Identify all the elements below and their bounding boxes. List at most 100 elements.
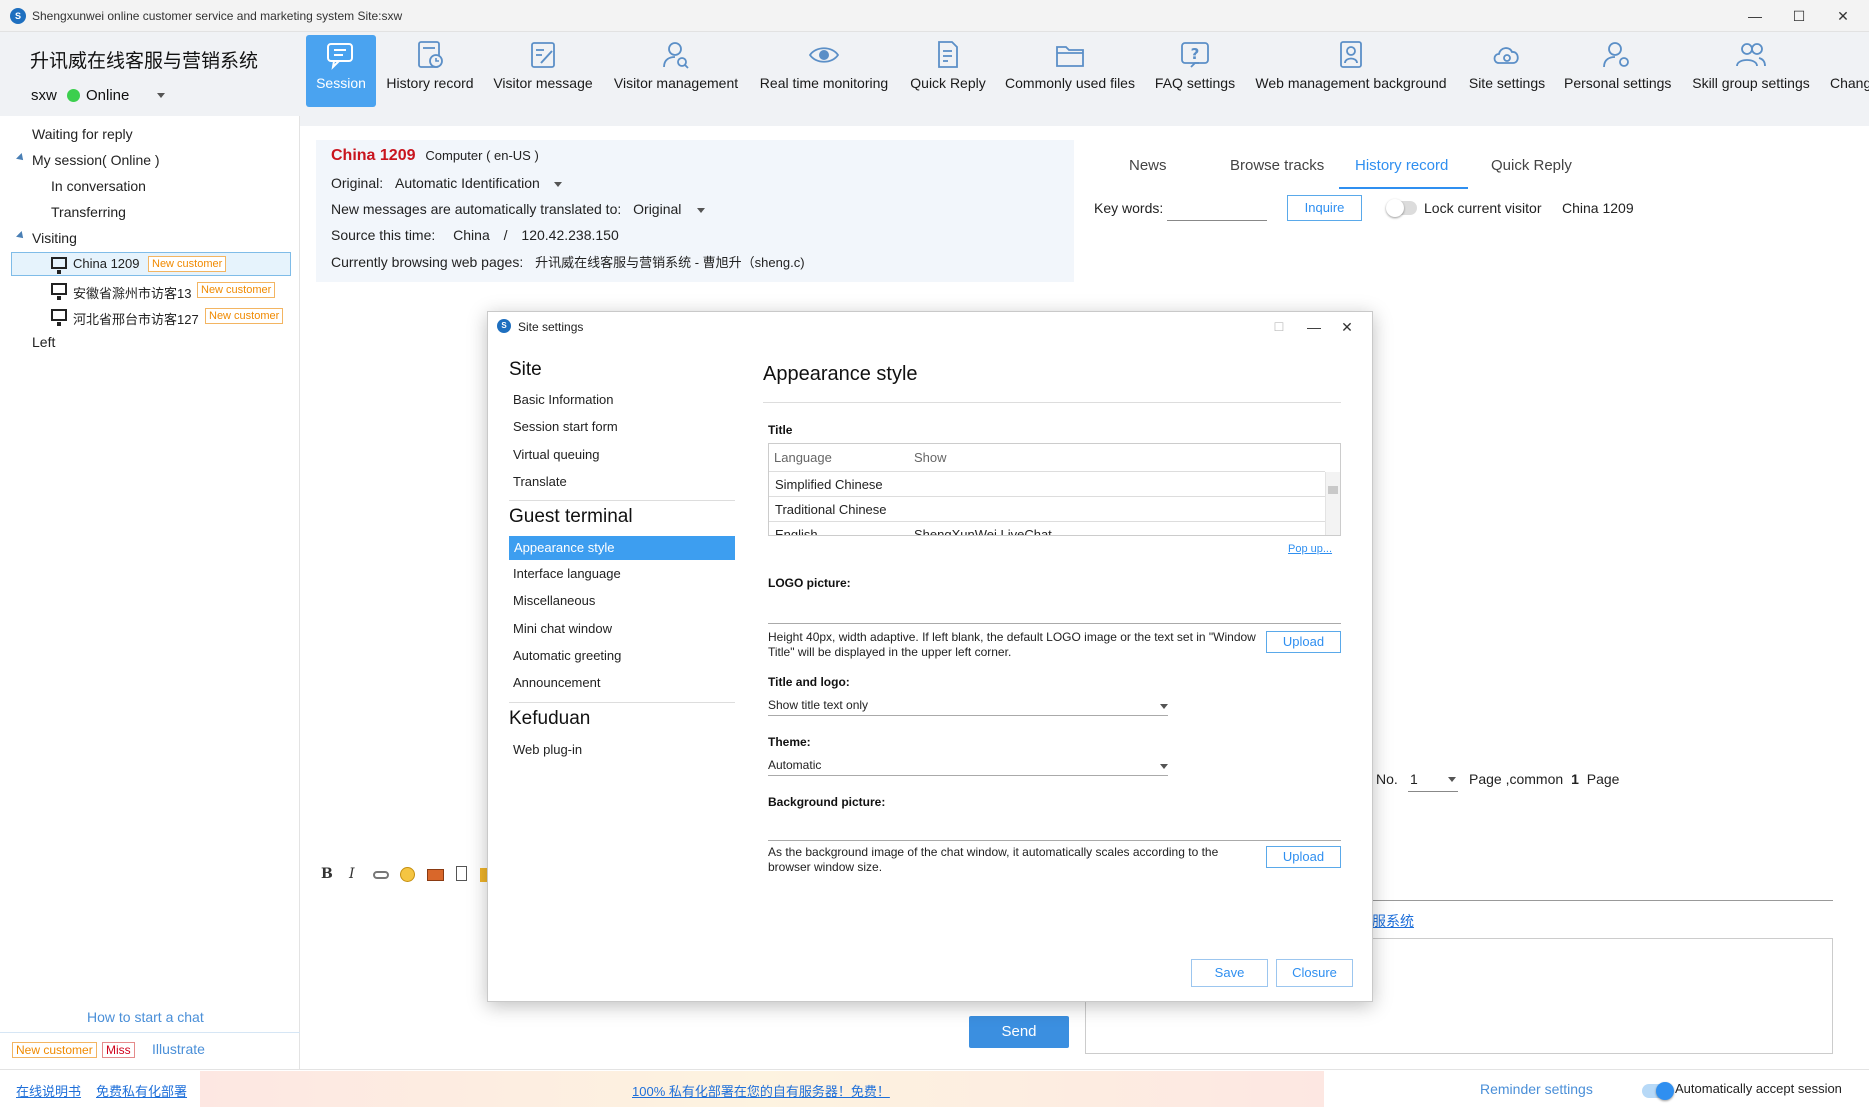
free-deploy-link[interactable]: 免费私有化部署 [96, 1081, 187, 1100]
grid-cell-language[interactable]: Traditional Chinese [775, 502, 887, 517]
save-button[interactable]: Save [1191, 959, 1268, 987]
toolbar-common-files-button[interactable]: Commonly used files [1002, 35, 1138, 107]
toolbar-label: Commonly used files [1005, 75, 1135, 91]
logo-picture-field[interactable] [768, 623, 1341, 624]
reminder-settings-link[interactable]: Reminder settings [1480, 1081, 1593, 1097]
toolbar-web-management-button[interactable]: Web management background [1252, 35, 1450, 107]
translate-dropdown-icon[interactable] [697, 208, 705, 213]
maximize-button[interactable]: ☐ [1779, 4, 1819, 28]
sidebar-item-visiting[interactable]: Visiting [32, 230, 77, 246]
grid-scrollbar[interactable] [1325, 472, 1340, 535]
toolbar-label: Quick Reply [910, 75, 986, 91]
manual-link[interactable]: 在线说明书 [16, 1081, 81, 1100]
tab-news[interactable]: News [1129, 157, 1167, 174]
toolbar-label: Session [316, 75, 366, 91]
cloud-gear-icon [1491, 39, 1523, 71]
toolbar-personal-settings-button[interactable]: Personal settings [1564, 35, 1671, 107]
emoji-icon[interactable] [400, 867, 415, 882]
sidebar-item-waiting[interactable]: Waiting for reply [32, 126, 133, 142]
close-button[interactable]: ✕ [1823, 4, 1863, 28]
expand-icon[interactable] [16, 153, 26, 163]
toolbar-visitor-message-button[interactable]: Visitor message [491, 35, 595, 107]
history-icon [414, 39, 446, 71]
theme-dropdown-icon[interactable] [1160, 764, 1168, 769]
title-logo-dropdown-icon[interactable] [1160, 704, 1168, 709]
pager-total: 1 [1571, 771, 1579, 787]
image-icon[interactable] [427, 869, 444, 881]
nav-item-session-start-form[interactable]: Session start form [513, 419, 618, 434]
link-icon[interactable] [373, 871, 389, 879]
nav-item-web-plugin[interactable]: Web plug-in [513, 742, 582, 757]
toolbar-quick-reply-button[interactable]: Quick Reply [906, 35, 990, 107]
toolbar-skill-group-button[interactable]: Skill group settings [1687, 35, 1815, 107]
visitor-row[interactable]: 河北省邢台市访客127 New customer [11, 305, 291, 329]
toolbar-faq-settings-button[interactable]: ? FAQ settings [1151, 35, 1239, 107]
grid-cell-language[interactable]: English [775, 527, 818, 535]
logo-upload-button[interactable]: Upload [1266, 631, 1341, 653]
visitor-row[interactable]: 安徽省滁州市访客13 New customer [11, 279, 291, 303]
illustrate-link[interactable]: Illustrate [152, 1041, 205, 1057]
inquire-button[interactable]: Inquire [1287, 195, 1362, 221]
toolbar-history-button[interactable]: History record [384, 35, 476, 107]
popup-link[interactable]: Pop up... [1288, 543, 1332, 555]
visitor-name: 安徽省滁州市访客13 [73, 286, 192, 301]
file-icon[interactable] [456, 866, 467, 881]
bold-button[interactable]: B [321, 866, 333, 882]
nav-item-interface-language[interactable]: Interface language [513, 566, 621, 581]
tab-quick-reply[interactable]: Quick Reply [1491, 157, 1572, 174]
nav-item-translate[interactable]: Translate [513, 474, 567, 489]
expand-icon[interactable] [16, 231, 26, 241]
source-separator: / [503, 227, 508, 243]
dialog-close-button[interactable]: ✕ [1329, 316, 1365, 338]
nav-item-virtual-queuing[interactable]: Virtual queuing [513, 447, 600, 462]
minimize-button[interactable]: — [1735, 4, 1775, 28]
background-upload-button[interactable]: Upload [1266, 846, 1341, 868]
translate-value[interactable]: Original [633, 201, 681, 217]
send-button[interactable]: Send [969, 1016, 1069, 1048]
nav-item-basic-information[interactable]: Basic Information [513, 392, 613, 407]
auto-accept-toggle[interactable] [1642, 1082, 1674, 1100]
nav-item-appearance-style[interactable]: Appearance style [509, 536, 735, 560]
site-settings-dialog: S Site settings — ☐ ✕ Site Basic Informa… [487, 311, 1373, 1002]
status-label[interactable]: Online [86, 87, 129, 104]
how-to-start-link[interactable]: How to start a chat [87, 1009, 204, 1025]
sidebar-item-my-session[interactable]: My session( Online ) [32, 152, 160, 168]
nav-item-mini-chat-window[interactable]: Mini chat window [513, 621, 612, 636]
sidebar-item-left[interactable]: Left [32, 334, 55, 350]
status-dropdown-icon[interactable] [157, 93, 165, 98]
grid-cell-show[interactable]: ShengXunWei LiveChat [914, 527, 1052, 535]
tab-browse-tracks[interactable]: Browse tracks [1230, 157, 1324, 174]
page-dropdown-icon[interactable] [1448, 777, 1456, 782]
tab-history-record[interactable]: History record [1355, 157, 1448, 174]
browsing-value[interactable]: 升讯威在线客服与营销系统 - 曹旭升（sheng.c) [535, 255, 804, 270]
toolbar-label: Real time monitoring [759, 75, 889, 91]
promo-banner-link[interactable]: 100% 私有化部署在您的自有服务器！免费！ [632, 1081, 890, 1100]
title-and-logo-select[interactable]: Show title text only [768, 698, 868, 712]
keywords-input[interactable] [1167, 197, 1267, 221]
closure-button[interactable]: Closure [1276, 959, 1353, 987]
scrollbar-thumb[interactable] [1328, 486, 1338, 494]
italic-button[interactable]: I [349, 866, 355, 882]
theme-select[interactable]: Automatic [768, 758, 821, 772]
dialog-title: Site settings [518, 320, 584, 334]
toolbar-real-time-monitoring-button[interactable]: Real time monitoring [757, 35, 891, 107]
toolbar-site-settings-button[interactable]: Site settings [1462, 35, 1552, 107]
toolbar-visitor-management-button[interactable]: Visitor management [610, 35, 742, 107]
original-dropdown-icon[interactable] [554, 182, 562, 187]
sidebar-item-in-conversation[interactable]: In conversation [51, 178, 146, 194]
visitor-row[interactable]: China 1209 New customer [11, 252, 291, 276]
online-status-dot [67, 89, 80, 102]
sidebar-item-transferring[interactable]: Transferring [51, 204, 126, 220]
toolbar-change-button[interactable]: Chang [1828, 35, 1869, 107]
grid-cell-language[interactable]: Simplified Chinese [775, 477, 883, 492]
original-value[interactable]: Automatic Identification [395, 175, 540, 191]
lock-visitor-toggle[interactable] [1386, 199, 1417, 217]
toolbar-session-button[interactable]: Session [306, 35, 376, 107]
page-link[interactable]: 服系统 [1372, 911, 1414, 931]
nav-item-announcement[interactable]: Announcement [513, 675, 600, 690]
background-picture-field[interactable] [768, 840, 1341, 841]
nav-item-miscellaneous[interactable]: Miscellaneous [513, 593, 595, 608]
dialog-minimize-button[interactable]: — [1296, 316, 1332, 338]
nav-item-automatic-greeting[interactable]: Automatic greeting [513, 648, 621, 663]
dialog-maximize-button: ☐ [1273, 320, 1285, 334]
